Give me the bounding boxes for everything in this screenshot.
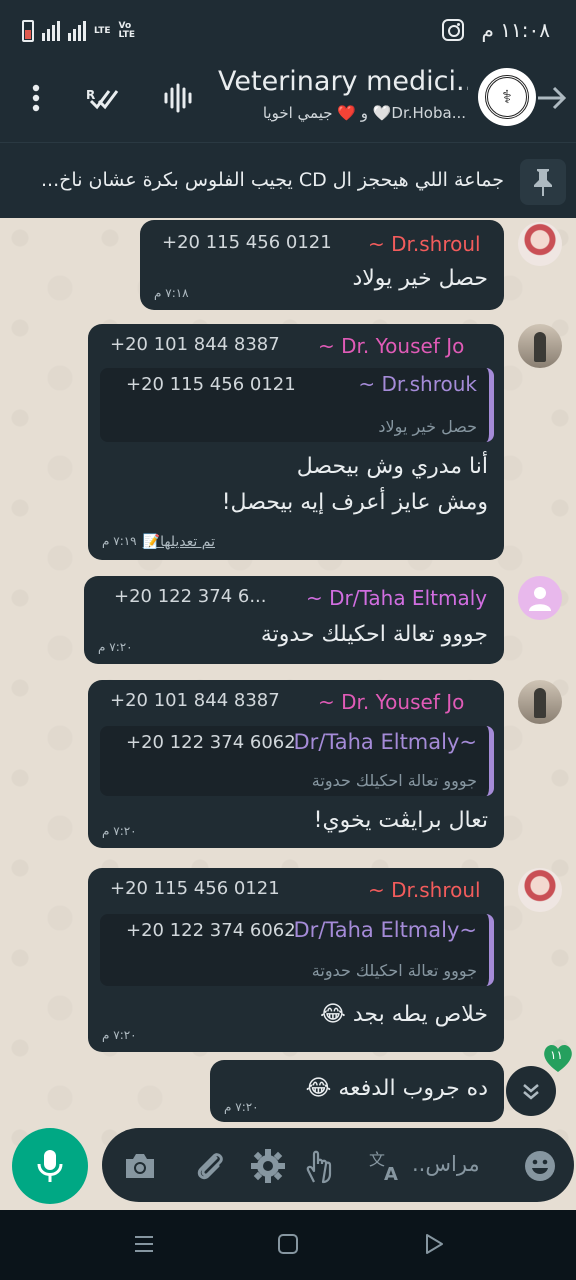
avatar-dr-yousef[interactable] [518, 324, 562, 368]
volte-indicator: Vo LTE [118, 21, 136, 40]
group-title[interactable]: Veterinary medici... [218, 66, 468, 97]
pinned-message-bar[interactable]: جماعة اللي هيحجز ال CD يجيب الفلوس بكرة … [0, 142, 576, 218]
group-avatar[interactable]: ⚕ [478, 68, 536, 126]
message-bubble[interactable]: ~ Dr.shroul +20 115 456 0121 Dr/Taha Elt… [88, 868, 504, 1052]
quoted-message[interactable]: Dr/Taha Eltmaly~ +20 122 374 6062 جووو ت… [100, 726, 494, 796]
sender-phone: +20 115 456 0121 [162, 232, 332, 253]
message-text: ده جروب الدفعه 😂 [305, 1076, 488, 1101]
translate-icon[interactable]: 文A [366, 1146, 406, 1186]
message-bubble[interactable]: ده جروب الدفعه 😂 ٧:٢٠ م [210, 1060, 504, 1122]
camera-icon[interactable] [120, 1146, 160, 1186]
double-chevron-down-icon [523, 1084, 539, 1100]
sender-phone: +20 101 844 8387 [110, 334, 280, 355]
touch-hand-icon[interactable] [300, 1146, 340, 1186]
svg-text:文: 文 [369, 1150, 385, 1169]
avatar-dr-yousef[interactable] [518, 680, 562, 724]
unread-count: ١١ [550, 1048, 563, 1062]
message-text-line-2: ومش عايز أعرف إيه بيحصل! [221, 490, 488, 515]
group-members[interactable]: ...Dr.Hoba🤍 و ❤️ جيمي اخويا [230, 104, 466, 122]
message-input[interactable]: مراس.. [412, 1152, 480, 1176]
battery-icon [22, 20, 34, 42]
sender-name[interactable]: ~ Dr.shroul [368, 878, 488, 902]
avatar-dr-shrouk[interactable] [518, 222, 562, 266]
back-arrow-icon[interactable] [534, 80, 570, 116]
pinned-text[interactable]: جماعة اللي هيحجز ال CD يجيب الفلوس بكرة … [16, 169, 504, 191]
back-nav-icon[interactable] [422, 1232, 448, 1258]
quoted-message[interactable]: Dr/Taha Eltmaly~ +20 122 374 6062 جووو ت… [100, 914, 494, 986]
quoted-sender: Dr/Taha Eltmaly~ [293, 730, 477, 754]
caduceus-icon: ⚕ [502, 86, 512, 108]
message-text: جووو تعالة احكيلك حدوتة [260, 622, 488, 647]
attach-icon[interactable] [190, 1146, 230, 1186]
svg-text:A: A [384, 1164, 398, 1183]
message-bubble[interactable]: ~ Dr/Taha Eltmaly +20 122 374 6... جووو … [84, 576, 504, 664]
message-time: ٧:٢٠ م [98, 640, 133, 654]
instagram-icon [441, 19, 464, 41]
more-options-icon[interactable] [18, 80, 54, 116]
message-time: ٧:٢٠ م [102, 1028, 137, 1042]
quoted-message[interactable]: ~ Dr.shrouk +20 115 456 0121 حصل خير يول… [100, 368, 494, 442]
quoted-phone: +20 122 374 6062 [126, 732, 296, 753]
message-text: تعال برايڤت يخوي! [313, 808, 488, 833]
sender-phone: +20 122 374 6... [114, 586, 267, 607]
sender-name[interactable]: ~ Dr/Taha Eltmaly [306, 586, 488, 610]
avatar-dr-shrouk[interactable] [518, 868, 562, 912]
message-list[interactable]: ~ Dr.shroul +20 115 456 0121 حصل خير يول… [0, 218, 576, 1210]
signal-icon [42, 21, 60, 41]
home-icon[interactable] [276, 1232, 302, 1258]
network-type: LTE [94, 25, 111, 36]
pin-icon[interactable] [520, 159, 566, 205]
message-bubble[interactable]: ~ Dr. Yousef Jo +20 101 844 8387 Dr/Taha… [88, 680, 504, 848]
clock: ١١:٠٨ م [481, 18, 550, 42]
message-bubble[interactable]: ~ Dr. Yousef Jo +20 101 844 8387 ~ Dr.sh… [88, 324, 504, 560]
edited-label: تم تعديلها📝 [142, 534, 215, 550]
sender-name[interactable]: ~ Dr. Yousef Jo [318, 334, 488, 358]
voice-wave-icon[interactable] [160, 80, 196, 116]
message-input-bar[interactable]: 文A مراس.. [102, 1128, 574, 1202]
avatar-default[interactable] [518, 576, 562, 620]
quoted-text: جووو تعالة احكيلك حدوتة [311, 961, 477, 980]
message-time: ٧:٢٠ م [224, 1100, 259, 1114]
mic-button[interactable] [12, 1128, 88, 1204]
message-time: ٧:١٩ م [102, 534, 137, 548]
scroll-to-bottom-button[interactable] [506, 1066, 556, 1116]
emoji-icon[interactable] [520, 1146, 560, 1186]
message-text: خلاص يطه بجد 😂 [320, 1002, 488, 1027]
quoted-sender: Dr/Taha Eltmaly~ [293, 918, 477, 942]
status-bar: LTE Vo LTE ١١:٠٨ م [0, 0, 576, 62]
system-nav-bar [0, 1210, 576, 1280]
svg-text:R: R [86, 88, 95, 102]
message-text-line-1: أنا مدري وش بيحصل [296, 454, 488, 479]
sender-phone: +20 115 456 0121 [110, 878, 280, 899]
mic-icon [37, 1150, 63, 1182]
quoted-text: جووو تعالة احكيلك حدوتة [311, 771, 477, 790]
chat-header[interactable]: R Veterinary medici... ...Dr.Hoba🤍 و ❤️ … [0, 62, 576, 142]
message-bubble[interactable]: ~ Dr.shroul +20 115 456 0121 حصل خير يول… [140, 220, 504, 310]
quoted-phone: +20 115 456 0121 [126, 374, 296, 395]
message-time: ٧:١٨ م [154, 286, 189, 300]
message-meta: تم تعديلها📝 ٧:١٩ م [102, 534, 215, 550]
gear-icon[interactable] [248, 1146, 288, 1186]
quoted-text: حصل خير يولاد [378, 417, 477, 436]
quoted-phone: +20 122 374 6062 [126, 920, 296, 941]
sender-phone: +20 101 844 8387 [110, 690, 280, 711]
message-text: حصل خير يولاد [352, 266, 488, 291]
sender-name[interactable]: ~ Dr. Yousef Jo [318, 690, 488, 714]
signal-icon-2 [68, 21, 86, 41]
sender-name[interactable]: ~ Dr.shroul [368, 232, 488, 256]
message-time: ٧:٢٠ م [102, 824, 137, 838]
recent-apps-icon[interactable] [132, 1232, 158, 1258]
quoted-sender: ~ Dr.shrouk [358, 372, 477, 396]
read-receipts-icon[interactable]: R [84, 80, 120, 116]
